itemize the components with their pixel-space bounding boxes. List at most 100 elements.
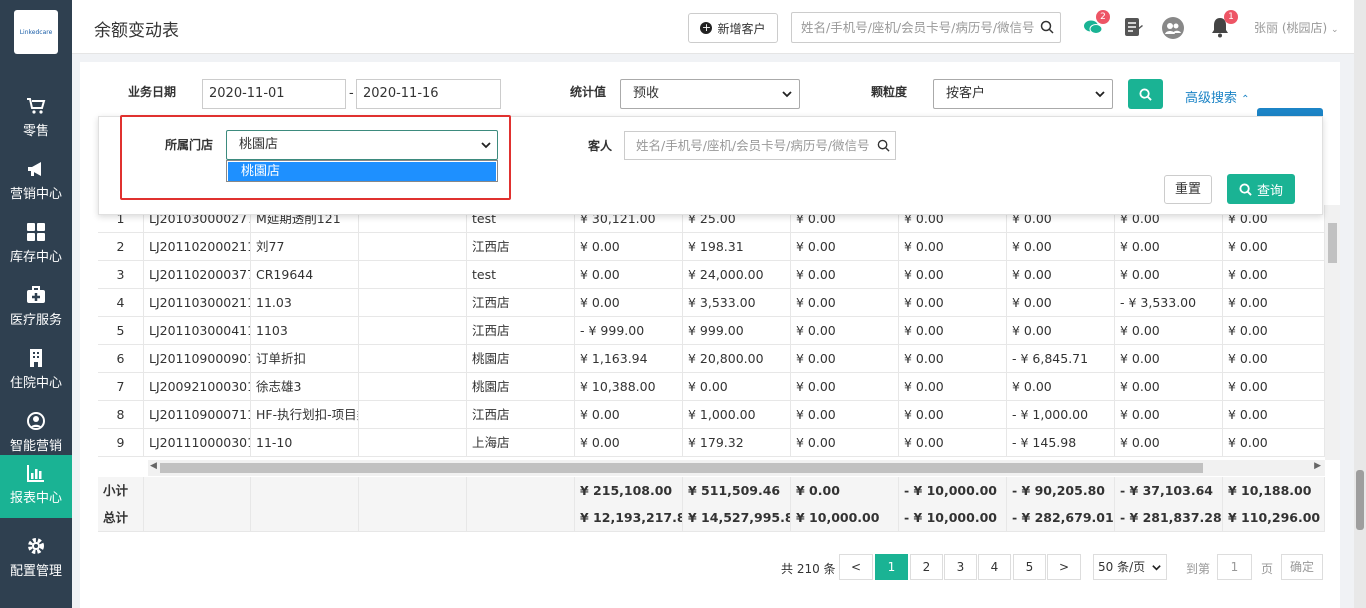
chat-icon[interactable]: 2	[1082, 10, 1110, 38]
table-cell: LJ201110000301	[144, 429, 251, 457]
table-vertical-scrollbar[interactable]	[1325, 205, 1340, 460]
table-cell: 江西店	[467, 233, 575, 261]
advanced-search-link[interactable]: 高级搜索 ⌃	[1185, 87, 1250, 106]
page-3[interactable]: 3	[944, 554, 977, 580]
date-label: 业务日期	[128, 85, 177, 99]
reset-button[interactable]: 重置	[1164, 175, 1212, 204]
stat-label: 统计值	[570, 85, 607, 99]
table-row: 2LJ2011020002110刘77江西店¥ 0.00¥ 198.31¥ 0.…	[98, 233, 1325, 261]
chat-badge: 2	[1096, 10, 1110, 24]
table-row: 5LJ20110300041101103 江西店- ¥ 999.00¥ 999.0…	[98, 317, 1325, 345]
table-cell	[467, 477, 575, 505]
users-icon[interactable]	[1161, 16, 1184, 39]
page-scrollbar[interactable]	[1354, 0, 1366, 608]
table-cell: ¥ 0.00	[1223, 429, 1325, 457]
plus-icon: +	[700, 21, 713, 34]
table-cell: ¥ 0.00	[1223, 317, 1325, 345]
table-cell: 11.03	[251, 289, 359, 317]
stat-select[interactable]: 预收	[620, 79, 800, 109]
page-1[interactable]: 1	[875, 554, 908, 580]
chevron-up-icon: ⌃	[1241, 94, 1250, 105]
table-cell: ¥ 0.00	[791, 261, 899, 289]
page-2[interactable]: 2	[910, 554, 943, 580]
megaphone-icon	[28, 162, 41, 176]
table-cell: 8	[98, 401, 144, 429]
table-cell: ¥ 110,296.00	[1223, 504, 1325, 532]
table-cell: ¥ 0.00	[1115, 261, 1223, 289]
clipboard-icon[interactable]	[1122, 16, 1144, 38]
page-size-select[interactable]: 50 条/页	[1093, 554, 1167, 580]
add-customer-button[interactable]: + 新增客户	[688, 13, 778, 43]
table-cell: - ¥ 10,000.00	[899, 504, 1007, 532]
table-cell: ¥ 0.00	[791, 401, 899, 429]
page-scrollbar-thumb[interactable]	[1356, 470, 1364, 530]
user-menu[interactable]: 张丽 (桃园店) ⌄	[1254, 19, 1339, 36]
granularity-select[interactable]: 按客户	[933, 79, 1113, 109]
table-cell	[359, 261, 467, 289]
bell-icon[interactable]: 1	[1210, 10, 1238, 38]
customer-search-input[interactable]: 姓名/手机号/座机/会员卡号/病历号/微信号	[624, 131, 896, 160]
sidebar-item-retail[interactable]: 零售	[0, 88, 72, 151]
table-cell: ¥ 0.00	[683, 373, 791, 401]
table-cell: ¥ 0.00	[1223, 233, 1325, 261]
date-start-input[interactable]: 2020-11-01	[202, 79, 346, 109]
table-cell: ¥ 1,163.94	[575, 345, 683, 373]
sidebar-item-inpatient[interactable]: 住院中心	[0, 340, 72, 403]
table-cell: LJ2011030002110	[144, 289, 251, 317]
table-cell: ¥ 0.00	[1223, 261, 1325, 289]
global-search-input[interactable]: 姓名/手机号/座机/会员卡号/病历号/微信号	[791, 12, 1061, 43]
chevron-down-icon	[782, 91, 792, 98]
date-end-input[interactable]: 2020-11-16	[356, 79, 501, 109]
scroll-left-arrow[interactable]: ◀	[150, 461, 157, 471]
table-row: 3LJ2011020003778CR19644test¥ 0.00¥ 24,00…	[98, 261, 1325, 289]
user-name: 张丽 (桃园店)	[1254, 21, 1328, 35]
table-cell: ¥ 3,533.00	[683, 289, 791, 317]
table-cell: ¥ 0.00	[791, 289, 899, 317]
sidebar-item-label: 智能营销	[9, 439, 62, 454]
page-5[interactable]: 5	[1013, 554, 1046, 580]
next-page-button[interactable]: >	[1047, 554, 1081, 580]
highlight-box	[120, 115, 511, 200]
goto-page-input[interactable]: 1	[1217, 554, 1252, 580]
table-cell: 1103	[251, 317, 359, 345]
prev-page-button[interactable]: <	[839, 554, 873, 580]
table-row: 8LJ2011090007110HF-执行划扣-项目类江西店¥ 0.00¥ 1,…	[98, 401, 1325, 429]
table-cell: - ¥ 282,679.01	[1007, 504, 1115, 532]
sidebar-item-inventory[interactable]: 库存中心	[0, 214, 72, 277]
cart-icon	[27, 98, 46, 114]
table-horizontal-scrollbar[interactable]: ◀ ▶	[148, 460, 1325, 476]
granularity-select-value: 按客户	[946, 86, 986, 101]
table-cell	[359, 477, 467, 505]
total-count: 共 210 条	[781, 562, 836, 576]
table-cell: ¥ 0.00	[575, 429, 683, 457]
table-cell: ¥ 511,509.46	[683, 477, 791, 505]
table-cell: ¥ 0.00	[575, 289, 683, 317]
table-cell: 上海店	[467, 429, 575, 457]
sidebar-item-config[interactable]: 配置管理	[0, 528, 72, 591]
export-button-edge[interactable]	[1257, 108, 1323, 116]
table-cell: ¥ 0.00	[575, 233, 683, 261]
building-icon	[30, 349, 42, 367]
table-cell: CR19644	[251, 261, 359, 289]
table-row: 9 LJ201110000301 11-10 上海店 ¥ 0.00 ¥ 179.32 ¥ 0…	[98, 429, 1325, 457]
horizontal-scrollbar-thumb[interactable]	[160, 463, 1203, 473]
table-cell: ¥ 0.00	[1115, 401, 1223, 429]
table-cell	[359, 345, 467, 373]
sidebar-item-reports[interactable]: 报表中心	[0, 455, 72, 518]
search-button[interactable]	[1128, 79, 1163, 109]
sidebar-item-marketing[interactable]: 营销中心	[0, 151, 72, 214]
page-title: 余额变动表	[94, 21, 179, 41]
search-icon	[1139, 87, 1152, 101]
stat-select-value: 预收	[633, 86, 660, 101]
confirm-page-button[interactable]: 确定	[1281, 554, 1323, 580]
page-4[interactable]: 4	[978, 554, 1011, 580]
table-cell: ¥ 0.00	[791, 345, 899, 373]
search-icon[interactable]	[1040, 20, 1054, 34]
table-cell: ¥ 10,388.00	[575, 373, 683, 401]
query-button[interactable]: 查询	[1227, 174, 1295, 204]
search-icon	[1239, 182, 1252, 196]
sidebar-item-medical[interactable]: 医疗服务	[0, 277, 72, 340]
table-scrollbar-thumb[interactable]	[1328, 223, 1337, 263]
scroll-right-arrow[interactable]: ▶	[1314, 461, 1321, 471]
table-cell	[359, 401, 467, 429]
